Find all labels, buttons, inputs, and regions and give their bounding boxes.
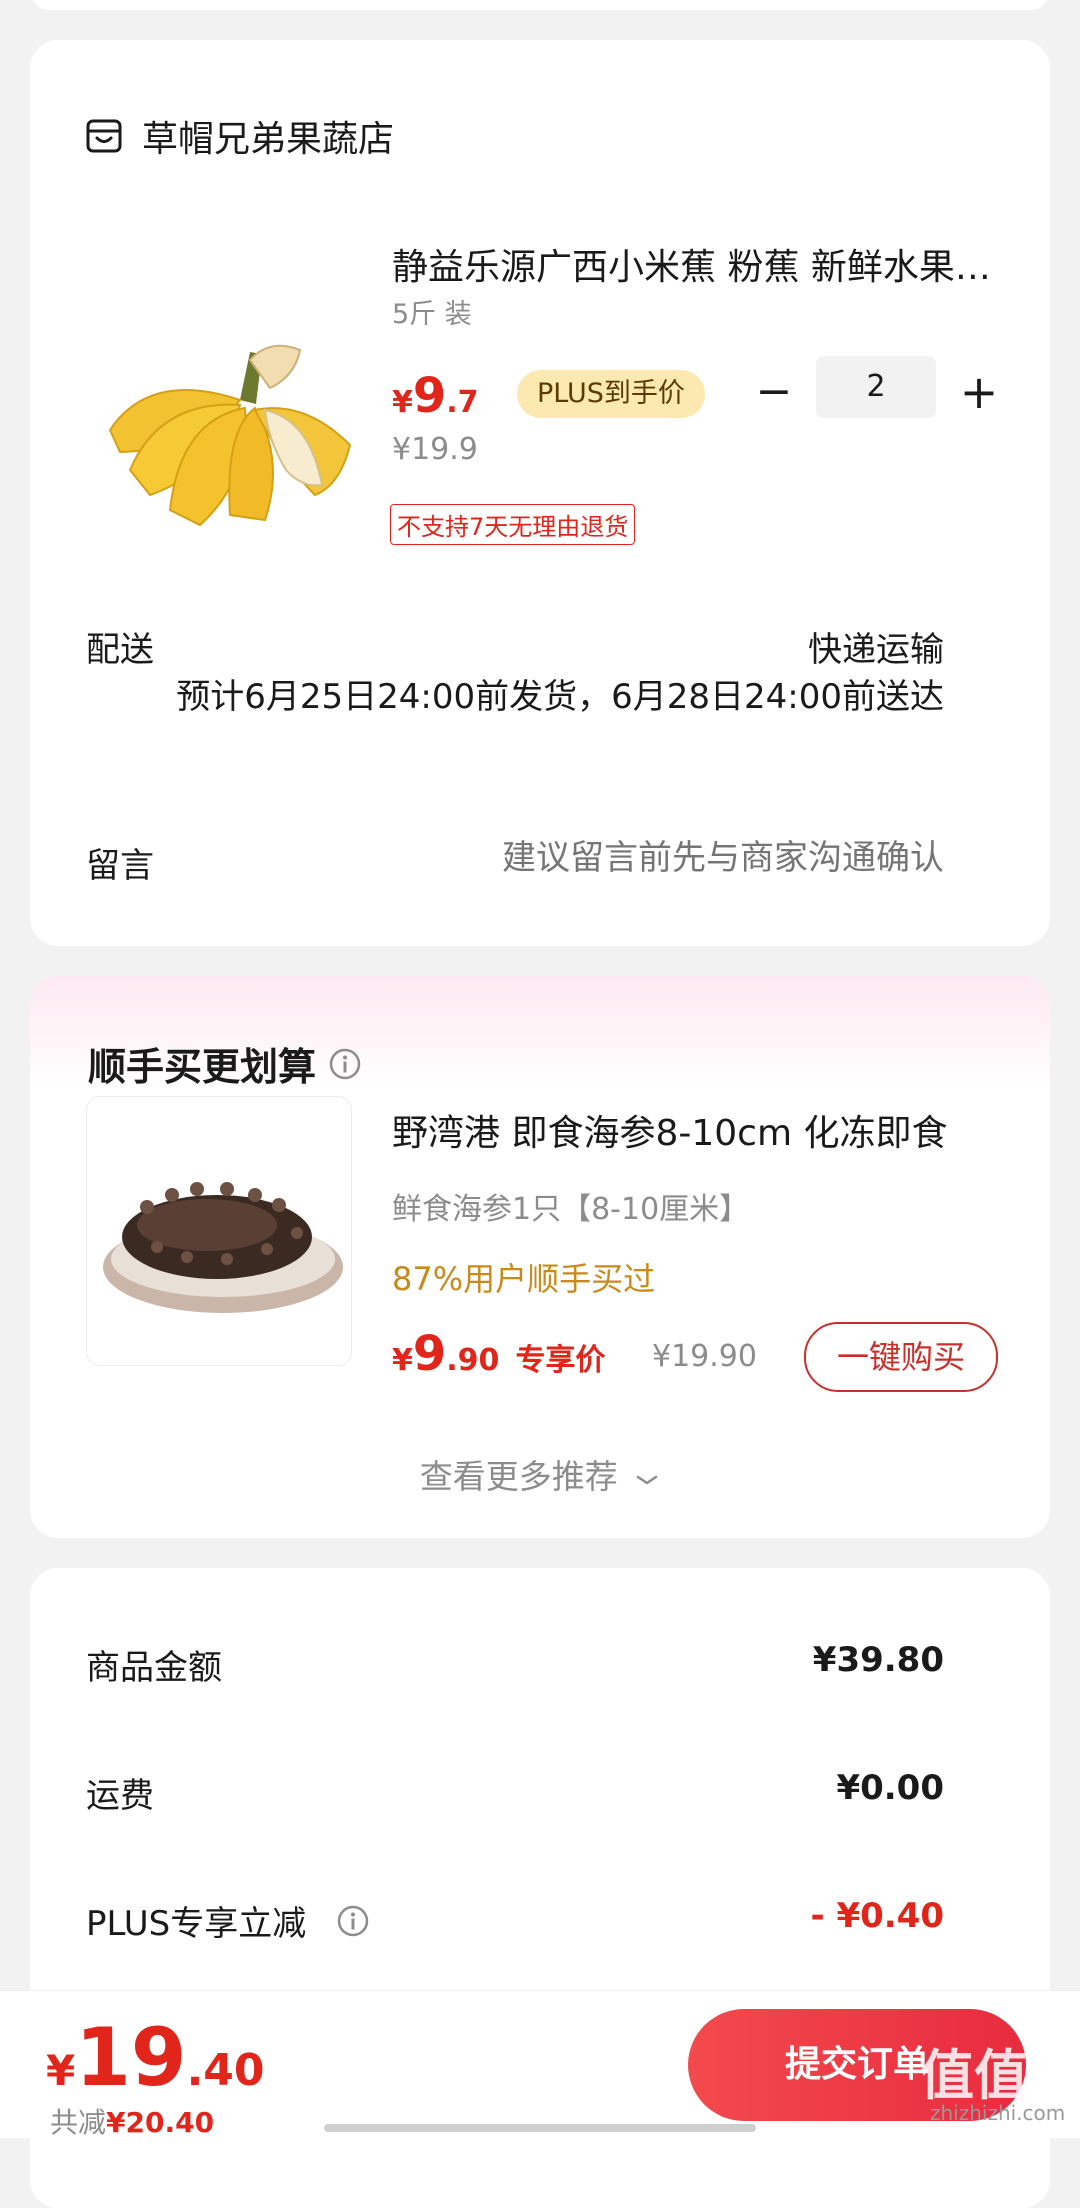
recommendation-card: 顺手买更划算 野湾港 即食海参8-10cm 化冻即食 鲜食海参1只【8-10厘米… bbox=[30, 976, 1050, 1538]
total-saved-value: ¥20.40 bbox=[106, 2106, 215, 2139]
plus-discount-label-group: PLUS专享立减 bbox=[86, 1896, 370, 1945]
view-more-label: 查看更多推荐 bbox=[419, 1457, 618, 1496]
previous-card bbox=[30, 0, 1050, 10]
info-icon[interactable] bbox=[336, 1904, 370, 1938]
recommendation-spec: 鲜食海参1只【8-10厘米】 bbox=[392, 1192, 750, 1227]
product-title[interactable]: 静益乐源广西小米蕉 粉蕉 新鲜水果 香蕉 bbox=[392, 238, 992, 290]
store-icon bbox=[86, 119, 122, 153]
goods-amount-value: ¥39.80 bbox=[812, 1640, 944, 1680]
recommendation-price: ¥ 9 .90 专享价 bbox=[392, 1326, 605, 1382]
home-indicator[interactable] bbox=[324, 2124, 756, 2132]
total-price: ¥ 19 .40 bbox=[46, 2011, 265, 2104]
rec-price-decimal: .90 bbox=[446, 1343, 500, 1378]
note-label: 留言 bbox=[86, 846, 154, 886]
shipping-method[interactable]: 快递运输 bbox=[808, 622, 944, 671]
store-order-card: 草帽兄弟果蔬店 静益乐源广西小米蕉 粉蕉 新鲜水果 香蕉 5斤 装 ¥ 9 .7… bbox=[30, 40, 1050, 946]
store-header[interactable]: 草帽兄弟果蔬店 bbox=[84, 110, 394, 162]
info-icon[interactable] bbox=[328, 1047, 362, 1081]
total-decimal: .40 bbox=[186, 2045, 265, 2096]
plus-discount-value: - ¥0.40 bbox=[810, 1896, 945, 1936]
total-integer: 19 bbox=[75, 2011, 187, 2104]
recommendation-social-proof: 87%用户顺手买过 bbox=[392, 1260, 656, 1298]
price-integer: 9 bbox=[412, 368, 447, 424]
note-input[interactable] bbox=[344, 838, 944, 878]
exclusive-price-label: 专享价 bbox=[515, 1343, 606, 1378]
view-more-recommendations[interactable]: 查看更多推荐 bbox=[30, 1450, 1050, 1498]
product-price: ¥ 9 .7 bbox=[392, 368, 479, 424]
quantity-input[interactable]: 2 bbox=[816, 356, 936, 418]
recommendation-original-price: ¥19.90 bbox=[652, 1339, 757, 1374]
sea-cucumber-icon bbox=[103, 1182, 343, 1313]
original-price: ¥19.9 bbox=[392, 432, 478, 467]
product-image-banana[interactable] bbox=[90, 280, 380, 540]
shipping-fee-label: 运费 bbox=[86, 1776, 154, 1816]
store-name: 草帽兄弟果蔬店 bbox=[142, 119, 395, 160]
quantity-decrease-button[interactable]: − bbox=[752, 362, 796, 422]
shipping-estimate: 预计6月25日24:00前发货，6月28日24:00前送达 bbox=[176, 677, 944, 717]
shipping-fee-row: 运费 ¥0.00 bbox=[86, 1768, 944, 1817]
quantity-increase-button[interactable]: + bbox=[954, 362, 1004, 422]
total-saved: 共减¥20.40 bbox=[50, 2101, 214, 2141]
total-currency: ¥ bbox=[46, 2046, 76, 2095]
shipping-label: 配送 bbox=[86, 630, 154, 670]
rec-price-currency: ¥ bbox=[392, 1343, 413, 1378]
product-spec[interactable]: 5斤 装 bbox=[392, 292, 472, 331]
checkout-bar: ¥ 19 .40 共减¥20.40 提交订单 值值值 zhizhizhi.com bbox=[0, 1990, 1080, 2186]
recommendation-image-sea-cucumber[interactable] bbox=[86, 1096, 352, 1366]
recommendation-title-text: 顺手买更划算 bbox=[88, 1045, 317, 1089]
goods-amount-row: 商品金额 ¥39.80 bbox=[86, 1640, 944, 1689]
plus-discount-row: PLUS专享立减 - ¥0.40 bbox=[86, 1896, 944, 1945]
goods-amount-label: 商品金额 bbox=[86, 1648, 222, 1688]
no-return-tag: 不支持7天无理由退货 bbox=[390, 504, 636, 545]
plus-price-badge: PLUS到手价 bbox=[517, 370, 705, 418]
one-click-buy-button[interactable]: 一键购买 bbox=[804, 1322, 998, 1392]
recommendation-title: 顺手买更划算 bbox=[88, 1036, 362, 1091]
shipping-fee-value: ¥0.00 bbox=[836, 1768, 944, 1808]
price-decimal: .7 bbox=[446, 385, 479, 420]
recommendation-name[interactable]: 野湾港 即食海参8-10cm 化冻即食 bbox=[392, 1104, 992, 1156]
watermark-url: zhizhizhi.com bbox=[930, 2101, 1066, 2125]
chevron-down-icon bbox=[637, 1475, 658, 1485]
plus-discount-label: PLUS专享立减 bbox=[86, 1904, 307, 1944]
price-currency: ¥ bbox=[392, 385, 413, 420]
rec-price-integer: 9 bbox=[412, 1326, 447, 1382]
total-saved-label: 共减 bbox=[50, 2106, 107, 2139]
